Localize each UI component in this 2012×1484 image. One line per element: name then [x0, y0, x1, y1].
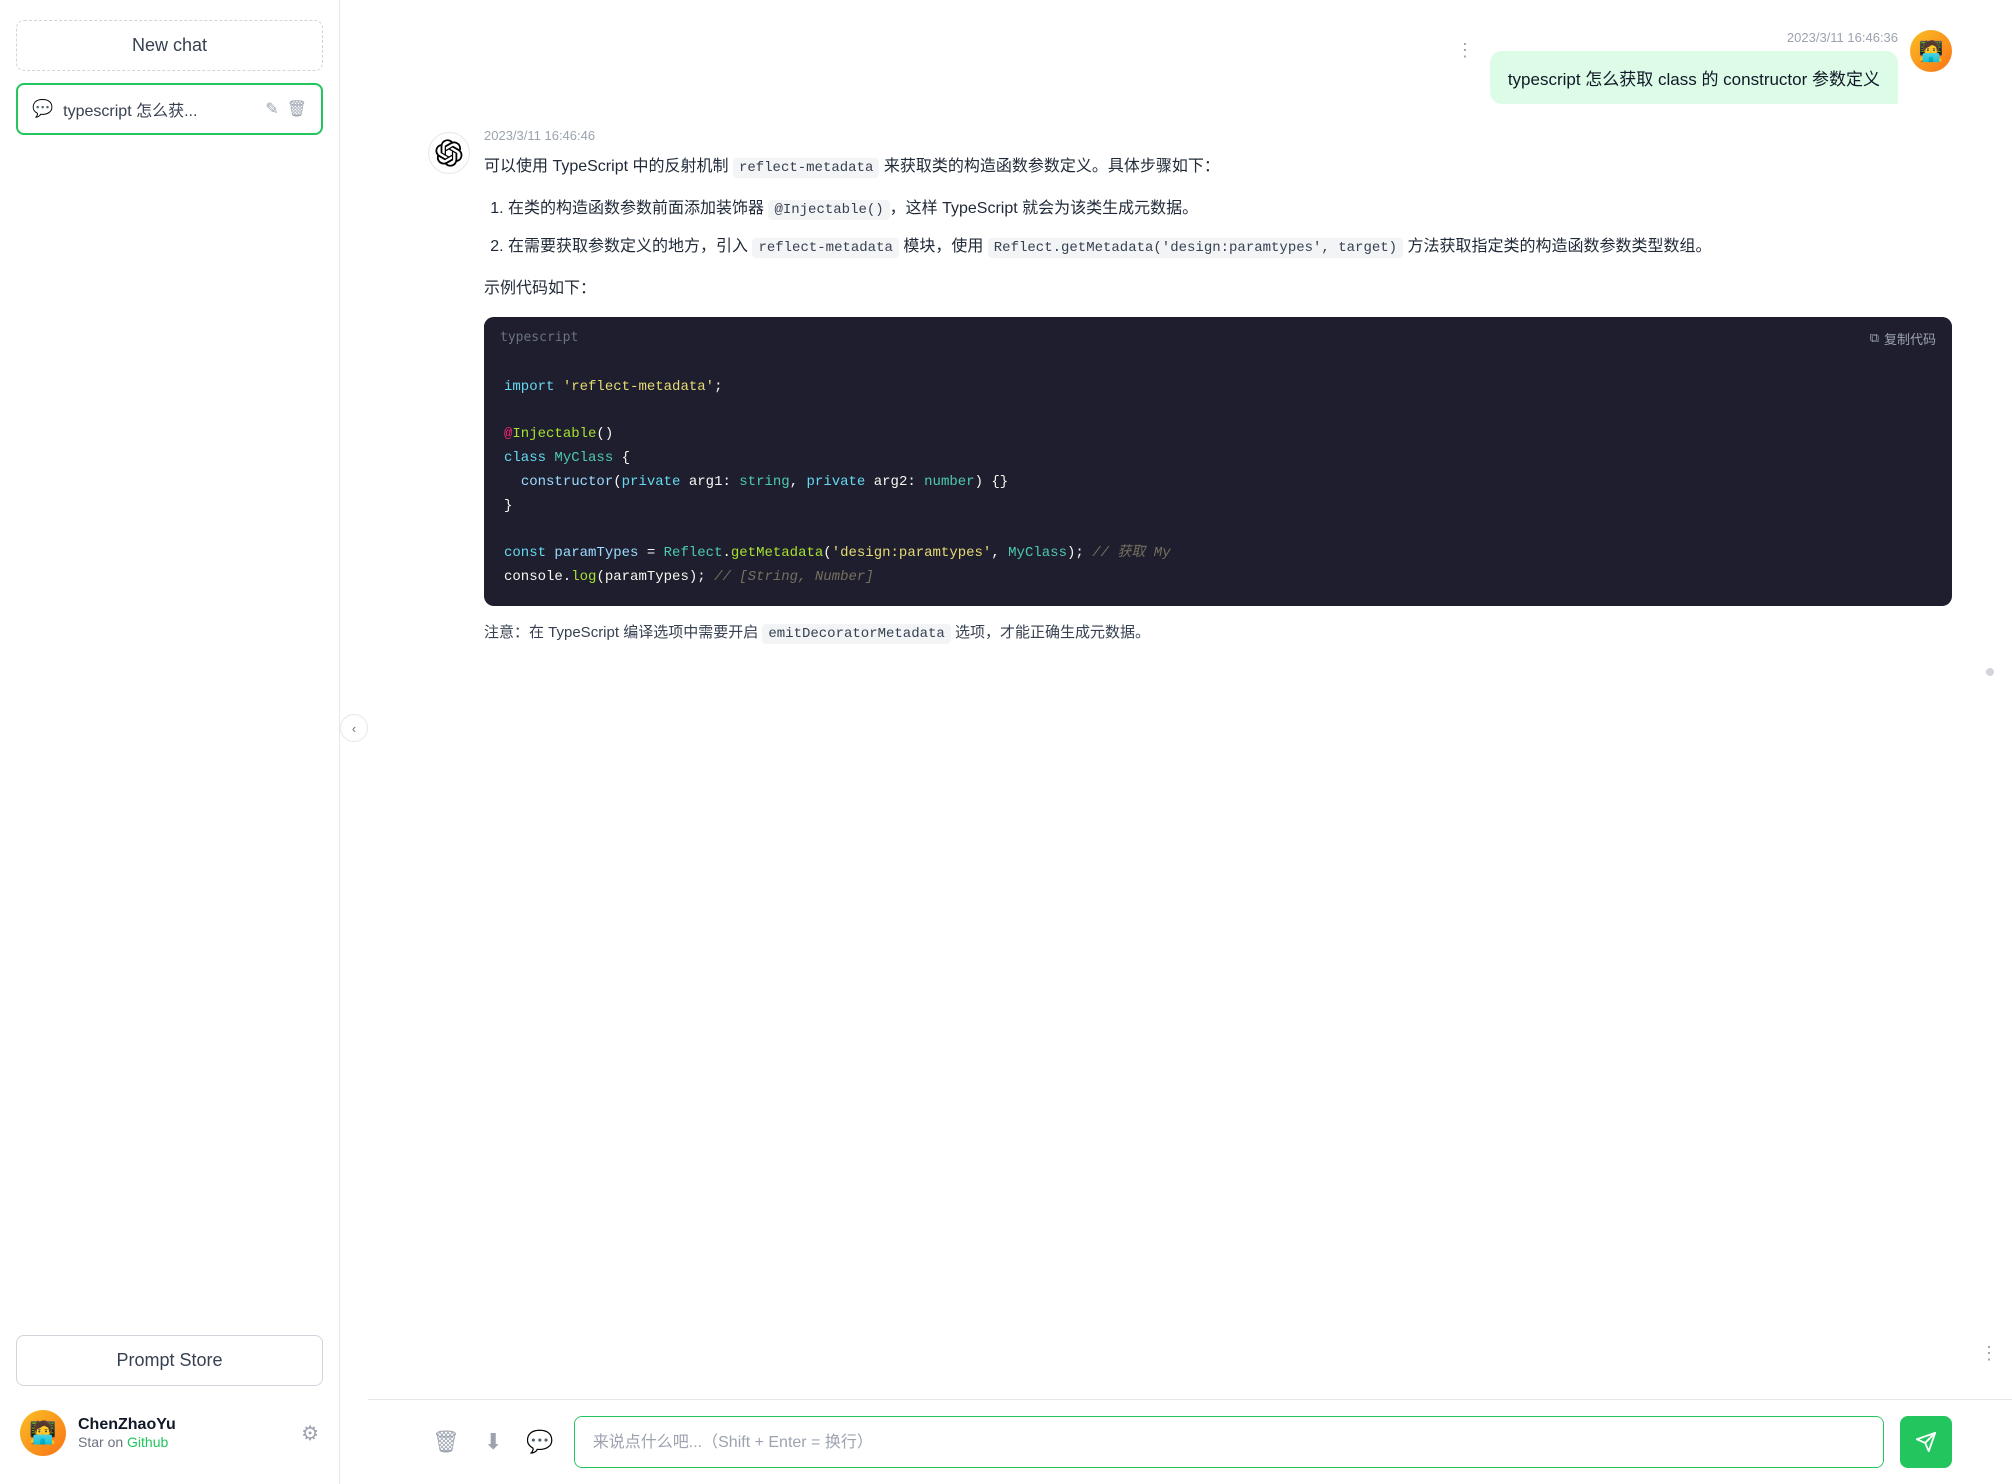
ai-steps-list: 在类的构造函数参数前面添加装饰器 @Injectable()，这样 TypeSc…: [484, 195, 1952, 261]
send-button[interactable]: [1900, 1416, 1952, 1468]
delete-conversation-button[interactable]: 🗑: [428, 1425, 464, 1459]
main-chat-area: ⋮ 2023/3/11 16:46:36 typescript 怎么获取 cla…: [368, 0, 2012, 1484]
chat-list-item[interactable]: 💬 typescript 怎么获... ✎ 🗑: [16, 83, 323, 135]
user-info: ChenZhaoYu Star on Github: [78, 1416, 289, 1450]
code-language-label: typescript: [500, 327, 578, 350]
chat-item-actions: ✎ 🗑: [265, 99, 307, 119]
ai-message-content: 2023/3/11 16:46:46 可以使用 TypeScript 中的反射机…: [484, 128, 1952, 660]
delete-icon[interactable]: 🗑: [287, 99, 307, 119]
user-name: ChenZhaoYu: [78, 1416, 289, 1434]
chat-input[interactable]: [574, 1416, 1884, 1468]
whatsapp-button[interactable]: 💬: [522, 1425, 557, 1459]
note-text: 注意：在 TypeScript 编译选项中需要开启 emitDecoratorM…: [484, 620, 1952, 647]
inline-code-getmetadata: Reflect.getMetadata('design:paramtypes',…: [988, 238, 1403, 258]
scroll-more-icon[interactable]: ⋮: [1980, 1343, 1998, 1364]
edit-icon[interactable]: ✎: [265, 99, 278, 119]
message-options-icon[interactable]: ⋮: [1452, 36, 1478, 65]
copy-code-button[interactable]: ⧉ 复制代码: [1870, 329, 1936, 348]
sidebar: New chat 💬 typescript 怎么获... ✎ 🗑 Prompt …: [0, 0, 340, 1484]
ai-message-timestamp: 2023/3/11 16:46:46: [484, 128, 1952, 143]
inline-code-emit: emitDecoratorMetadata: [762, 624, 950, 644]
ai-avatar: [428, 132, 470, 174]
code-content: import 'reflect-metadata'; @Injectable()…: [484, 360, 1952, 606]
chat-messages: ⋮ 2023/3/11 16:46:36 typescript 怎么获取 cla…: [368, 0, 2012, 1399]
ai-message-text: 可以使用 TypeScript 中的反射机制 reflect-metadata …: [484, 153, 1952, 646]
collapse-sidebar-button[interactable]: ‹: [340, 714, 368, 742]
prompt-store-button[interactable]: Prompt Store: [16, 1335, 323, 1386]
chat-item-title: typescript 怎么获...: [63, 97, 255, 121]
user-message-bubble: typescript 怎么获取 class 的 constructor 参数定义: [1490, 51, 1898, 104]
copy-icon: ⧉: [1870, 330, 1879, 346]
inline-code-1: reflect-metadata: [733, 158, 879, 178]
user-message-meta: 2023/3/11 16:46:36 typescript 怎么获取 class…: [1490, 30, 1898, 104]
avatar: 🧑‍💻: [20, 1410, 66, 1456]
user-message-row: ⋮ 2023/3/11 16:46:36 typescript 怎么获取 cla…: [428, 30, 1952, 104]
user-profile: 🧑‍💻 ChenZhaoYu Star on Github ⚙: [16, 1402, 323, 1464]
user-message-timestamp: 2023/3/11 16:46:36: [1787, 30, 1898, 45]
code-block-header: typescript ⧉ 复制代码: [484, 317, 1952, 360]
ai-step-2: 在需要获取参数定义的地方，引入 reflect-metadata 模块，使用 R…: [508, 233, 1952, 261]
example-label: 示例代码如下：: [484, 275, 1952, 303]
settings-icon[interactable]: ⚙: [301, 1421, 319, 1446]
inline-code-reflect: reflect-metadata: [752, 238, 898, 258]
chat-item-icon: 💬: [32, 99, 53, 119]
scroll-indicator: [1986, 668, 1994, 676]
github-link[interactable]: Github: [127, 1434, 168, 1450]
user-avatar-small: 🧑‍💻: [1910, 30, 1952, 72]
copy-label: 复制代码: [1884, 329, 1936, 348]
user-sub: Star on Github: [78, 1434, 289, 1450]
ai-step-1: 在类的构造函数参数前面添加装饰器 @Injectable()，这样 TypeSc…: [508, 195, 1952, 223]
inline-code-injectable: @Injectable(): [768, 200, 889, 220]
ai-intro2-text: 来获取类的构造函数参数定义。具体步骤如下：: [884, 158, 1220, 175]
download-button[interactable]: ⬇: [480, 1425, 506, 1459]
ai-message-row: 2023/3/11 16:46:46 可以使用 TypeScript 中的反射机…: [428, 128, 1952, 660]
new-chat-button[interactable]: New chat: [16, 20, 323, 71]
ai-intro-text: 可以使用 TypeScript 中的反射机制: [484, 158, 728, 175]
code-block: typescript ⧉ 复制代码 import 'reflect-metada…: [484, 317, 1952, 606]
input-area: 🗑 ⬇ 💬: [368, 1399, 2012, 1484]
